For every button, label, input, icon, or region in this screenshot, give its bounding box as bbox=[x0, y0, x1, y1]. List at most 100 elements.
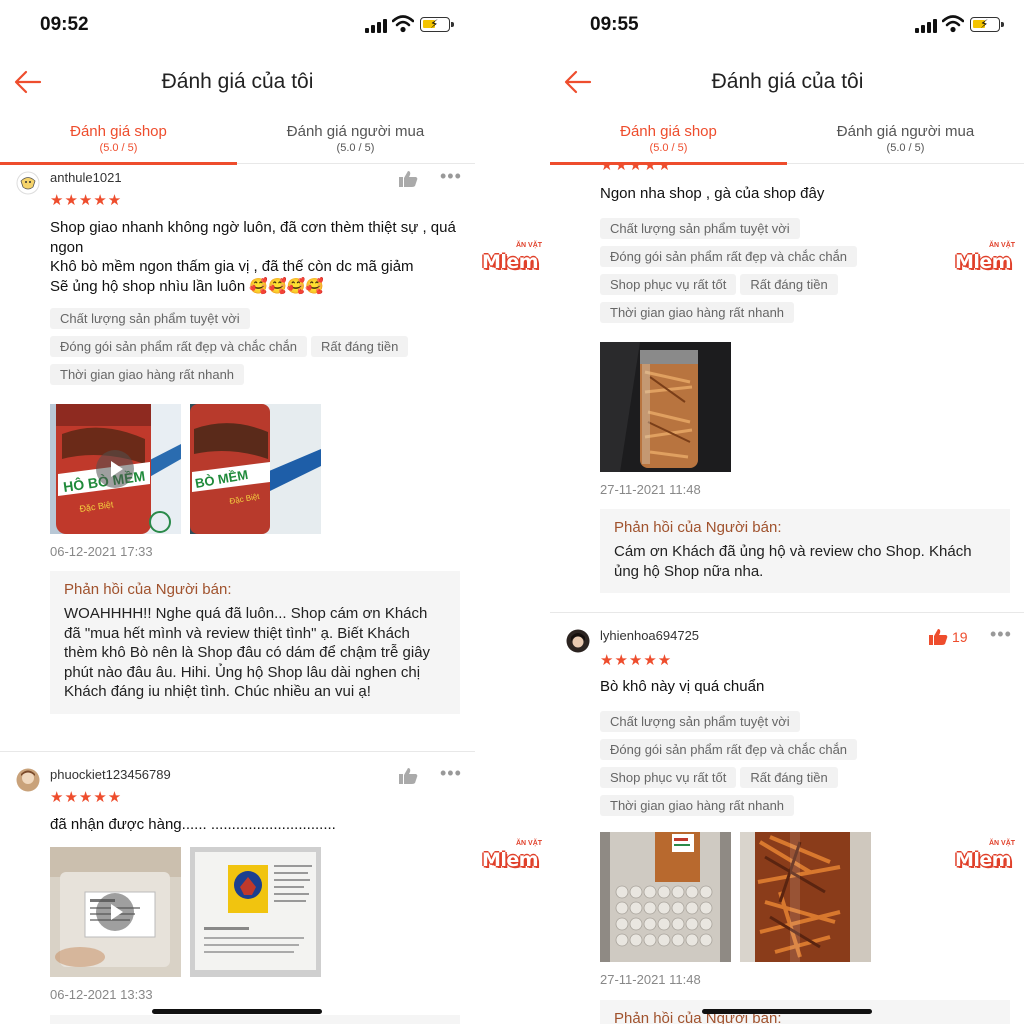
rating-stars: ★★★★★ bbox=[50, 192, 123, 209]
watermark-subtext: ĂN VẶT bbox=[516, 242, 543, 249]
review-photo[interactable] bbox=[190, 847, 321, 977]
status-time: 09:52 bbox=[40, 14, 89, 35]
bubble-wrap-package-image bbox=[600, 832, 731, 962]
product-jar-closeup-image bbox=[740, 832, 871, 962]
review-tags: Chất lượng sản phẩm tuyệt vời Đóng gói s… bbox=[50, 308, 460, 392]
watermark-text: Mlem bbox=[955, 849, 1012, 871]
review-list: ★★★★★ Ngon nha shop , gà của shop đây Ch… bbox=[550, 165, 1024, 1024]
signal-icon bbox=[365, 19, 387, 33]
review-photo[interactable] bbox=[740, 832, 871, 962]
play-icon[interactable] bbox=[96, 450, 134, 488]
tab-label: Đánh giá người mua bbox=[286, 123, 425, 140]
status-bar: 09:52 ⚡ bbox=[0, 0, 475, 52]
battery-icon: ⚡ bbox=[970, 17, 1004, 32]
review-text: Bò khô này vị quá chuẩn bbox=[600, 678, 765, 695]
review-photo[interactable] bbox=[600, 832, 731, 962]
signal-icon bbox=[915, 19, 937, 33]
reply-text: Cám ơn Khách đã ủng hộ và review cho Sho… bbox=[614, 543, 972, 580]
tag: Thời gian giao hàng rất nhanh bbox=[50, 364, 245, 385]
left-screen: 09:52 ⚡ Đánh giá của tôi Đánh giá shop (… bbox=[0, 0, 475, 1024]
tab-score: (5.0 / 5) bbox=[99, 142, 138, 154]
thumbs-up-icon[interactable] bbox=[398, 170, 420, 188]
tag: Đóng gói sản phẩm rất đẹp và chắc chắn bbox=[600, 246, 858, 267]
tab-label: Đánh giá shop bbox=[620, 123, 717, 140]
review-photo[interactable] bbox=[600, 342, 731, 472]
avatar bbox=[566, 629, 590, 653]
review-video-thumbnail[interactable] bbox=[50, 847, 181, 977]
tag: Rất đáng tiền bbox=[740, 274, 838, 295]
more-options-icon[interactable]: ••• bbox=[440, 763, 462, 784]
rating-stars: ★★★★★ bbox=[50, 789, 123, 806]
review-date: 06-12-2021 13:33 bbox=[50, 987, 153, 1002]
watermark-logo: Mlem ĂN VẶT bbox=[955, 242, 1017, 275]
review-photo[interactable]: BÒ MỀM Đặc Biệt bbox=[190, 404, 321, 534]
tag: Rất đáng tiền bbox=[311, 336, 409, 357]
review-date: 06-12-2021 17:33 bbox=[50, 544, 153, 559]
nav-bar: Đánh giá của tôi bbox=[550, 60, 1024, 105]
review-tags: Chất lượng sản phẩm tuyệt vời Đóng gói s… bbox=[600, 218, 1010, 330]
page-title: Đánh giá của tôi bbox=[711, 70, 864, 93]
tag: Shop phục vụ rất tốt bbox=[600, 767, 737, 788]
review-text: Ngon nha shop , gà của shop đây bbox=[600, 185, 825, 202]
review-text: Shop giao nhanh không ngờ luôn, đã cơn t… bbox=[50, 219, 456, 295]
reply-header: Phản hồi của Người bán: bbox=[64, 581, 232, 598]
status-time: 09:55 bbox=[590, 14, 639, 35]
more-options-icon[interactable]: ••• bbox=[440, 166, 462, 187]
tab-buyer-reviews[interactable]: Đánh giá người mua (5.0 / 5) bbox=[787, 120, 1024, 164]
nav-bar: Đánh giá của tôi bbox=[0, 60, 475, 105]
tag: Rất đáng tiền bbox=[740, 767, 838, 788]
status-bar: 09:55 ⚡ bbox=[550, 0, 1024, 52]
tag: Đóng gói sản phẩm rất đẹp và chắc chắn bbox=[600, 739, 858, 760]
username: phuockiet123456789 bbox=[50, 767, 171, 782]
seller-reply bbox=[50, 1015, 460, 1024]
watermark-subtext: ĂN VẶT bbox=[516, 840, 543, 847]
tag: Chất lượng sản phẩm tuyệt vời bbox=[600, 711, 800, 732]
divider bbox=[0, 751, 475, 752]
seller-reply: Phản hồi của Người bán: WOAHHHH!! Nghe q… bbox=[50, 571, 460, 714]
avatar bbox=[16, 768, 40, 792]
tab-score: (5.0 / 5) bbox=[886, 142, 925, 154]
tag: Thời gian giao hàng rất nhanh bbox=[600, 302, 795, 323]
product-jar-image bbox=[600, 342, 731, 472]
watermark-text: Mlem bbox=[955, 251, 1012, 273]
divider bbox=[550, 612, 1024, 613]
watermark-text: Mlem bbox=[482, 849, 539, 871]
watermark-logo: Mlem ĂN VẶT bbox=[955, 840, 1017, 873]
tag: Shop phục vụ rất tốt bbox=[600, 274, 737, 295]
screen-gap: Mlem ĂN VẶT Mlem ĂN VẶT bbox=[475, 0, 550, 1024]
tab-shop-reviews[interactable]: Đánh giá shop (5.0 / 5) bbox=[0, 120, 237, 165]
tab-bar: Đánh giá shop (5.0 / 5) Đánh giá người m… bbox=[550, 120, 1024, 165]
thumbs-up-icon[interactable] bbox=[928, 628, 950, 646]
play-icon[interactable] bbox=[96, 893, 134, 931]
tab-label: Đánh giá shop bbox=[70, 123, 167, 140]
right-screen: 09:55 ⚡ Đánh giá của tôi Đánh giá shop (… bbox=[550, 0, 1024, 1024]
watermark-logo: Mlem ĂN VẶT bbox=[482, 242, 544, 275]
review-text: đã nhận được hàng...... ................… bbox=[50, 816, 336, 833]
battery-icon: ⚡ bbox=[420, 17, 454, 32]
tab-score: (5.0 / 5) bbox=[336, 142, 375, 154]
wifi-icon bbox=[392, 15, 414, 33]
like-count: 19 bbox=[952, 629, 968, 645]
tab-buyer-reviews[interactable]: Đánh giá người mua (5.0 / 5) bbox=[237, 120, 474, 164]
watermark-subtext: ĂN VẶT bbox=[989, 840, 1016, 847]
rating-stars: ★★★★★ bbox=[600, 652, 673, 669]
page-title: Đánh giá của tôi bbox=[161, 70, 314, 93]
username: lyhienhoa694725 bbox=[600, 628, 700, 643]
review-tags: Chất lượng sản phẩm tuyệt vời Đóng gói s… bbox=[600, 711, 1010, 823]
thumbs-up-icon[interactable] bbox=[398, 767, 420, 785]
seller-reply: Phản hồi của Người bán: Cám ơn Khách đã … bbox=[600, 509, 1010, 593]
tab-shop-reviews[interactable]: Đánh giá shop (5.0 / 5) bbox=[550, 120, 787, 165]
review-date: 27-11-2021 11:48 bbox=[600, 482, 701, 497]
tab-score: (5.0 / 5) bbox=[649, 142, 688, 154]
more-options-icon[interactable]: ••• bbox=[990, 624, 1012, 645]
watermark-subtext: ĂN VẶT bbox=[989, 242, 1016, 249]
tab-label: Đánh giá người mua bbox=[836, 123, 975, 140]
review-video-thumbnail[interactable]: HÔ BÒ MỀM Đặc Biệt bbox=[50, 404, 181, 534]
tab-bar: Đánh giá shop (5.0 / 5) Đánh giá người m… bbox=[0, 120, 475, 165]
home-indicator bbox=[702, 1009, 872, 1014]
wifi-icon bbox=[942, 15, 964, 33]
product-label-image bbox=[190, 847, 321, 977]
product-jar-image: BÒ MỀM Đặc Biệt bbox=[190, 404, 321, 534]
tag: Đóng gói sản phẩm rất đẹp và chắc chắn bbox=[50, 336, 308, 357]
review-list: anthule1021 ••• ★★★★★ Shop giao nhanh kh… bbox=[0, 165, 475, 1024]
